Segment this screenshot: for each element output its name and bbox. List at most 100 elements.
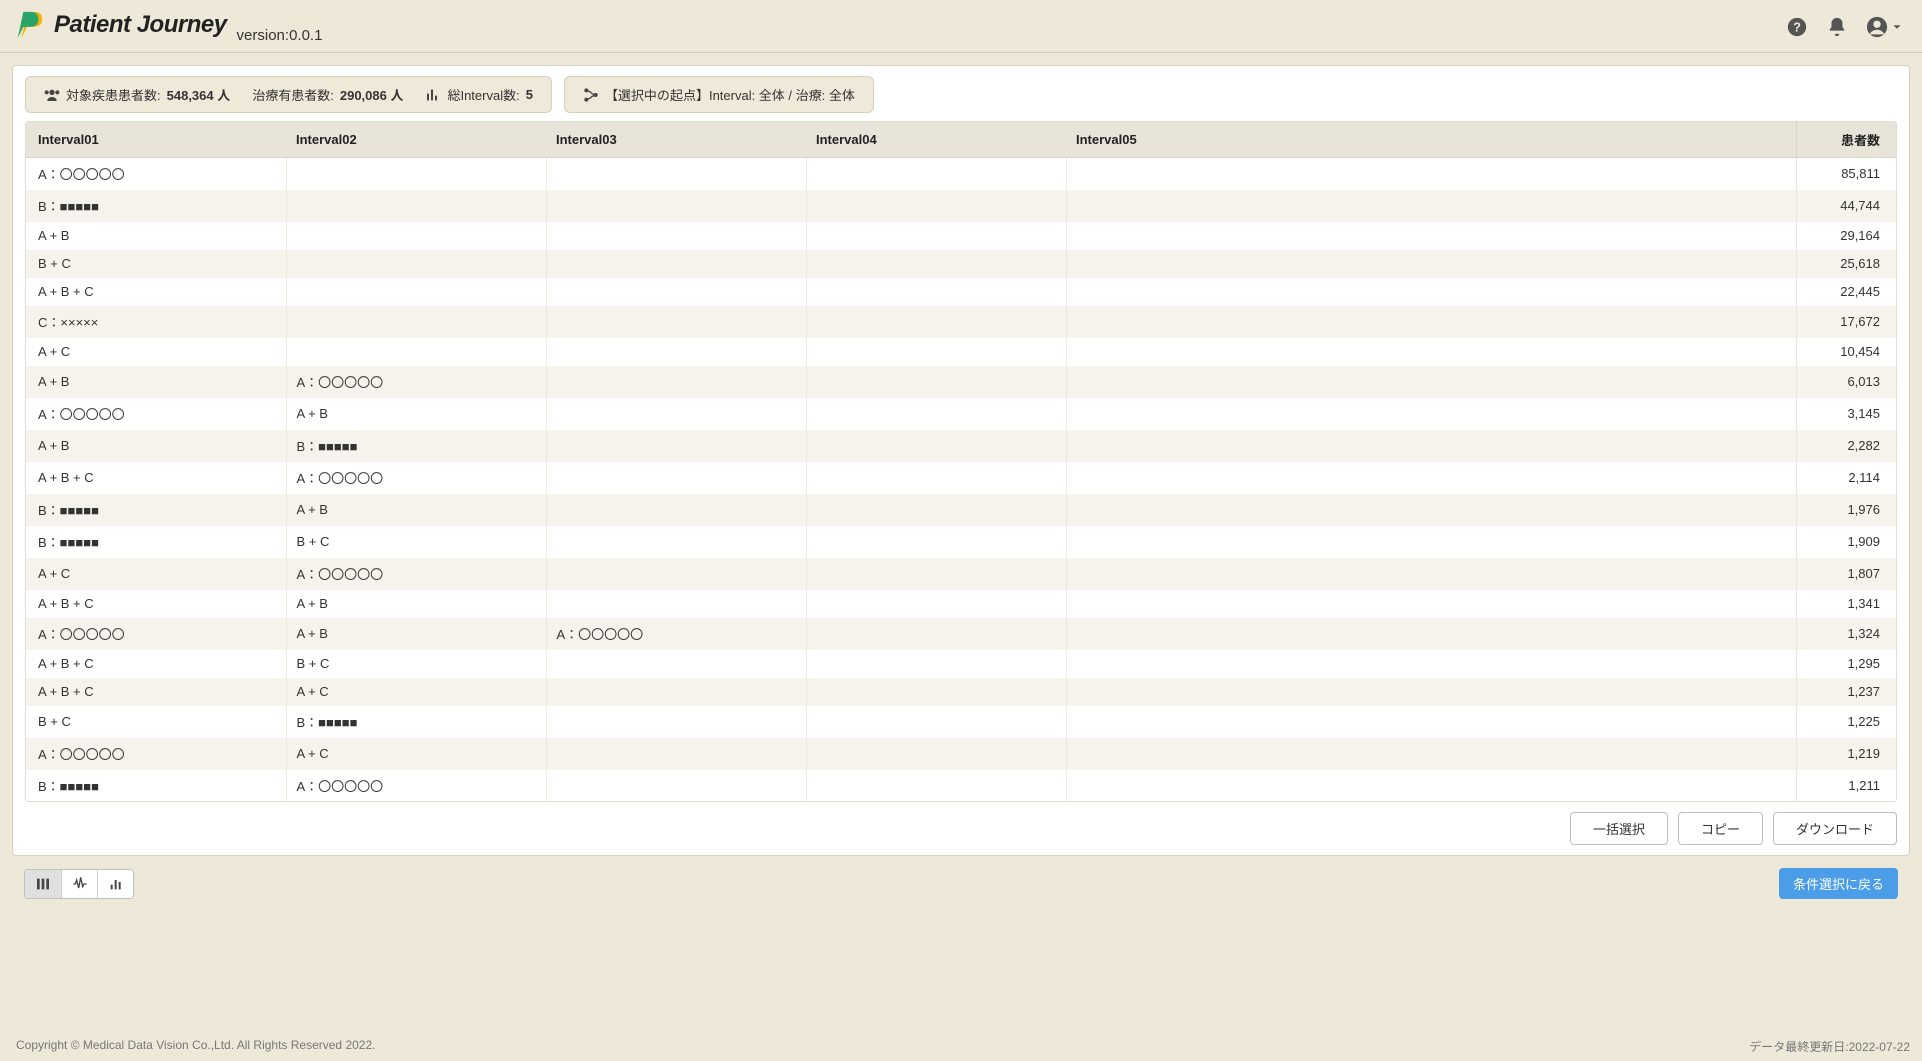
cell-interval05 — [1066, 650, 1796, 678]
cell-interval02: A + C — [286, 678, 546, 706]
cell-interval03 — [546, 222, 806, 250]
cell-interval02 — [286, 278, 546, 306]
cell-interval05 — [1066, 706, 1796, 738]
table-row[interactable]: B：■■■■■A：〇〇〇〇〇1,211 — [26, 770, 1896, 802]
logo-mark-icon — [14, 10, 44, 40]
journey-table: Interval01 Interval02 Interval03 Interva… — [25, 121, 1897, 802]
cell-interval04 — [806, 590, 1066, 618]
cell-interval05 — [1066, 618, 1796, 650]
app-version: version:0.0.1 — [237, 27, 323, 44]
branch-icon — [583, 87, 599, 103]
cell-interval05 — [1066, 306, 1796, 338]
table-row[interactable]: A + B + CA + C1,237 — [26, 678, 1896, 706]
cell-interval01: A：〇〇〇〇〇 — [26, 158, 286, 190]
back-to-conditions-button[interactable]: 条件選択に戻る — [1779, 868, 1898, 899]
cell-interval03 — [546, 770, 806, 802]
cell-interval01: A + C — [26, 558, 286, 590]
download-button[interactable]: ダウンロード — [1773, 812, 1897, 845]
cell-patient-count: 25,618 — [1796, 250, 1896, 278]
table-row[interactable]: B：■■■■■ 44,744 — [26, 190, 1896, 222]
view-waveform-button[interactable] — [61, 870, 97, 898]
table-row[interactable]: A：〇〇〇〇〇A + BA：〇〇〇〇〇1,324 — [26, 618, 1896, 650]
table-row[interactable]: A + BB：■■■■■2,282 — [26, 430, 1896, 462]
cell-patient-count: 17,672 — [1796, 306, 1896, 338]
col-interval03[interactable]: Interval03 — [546, 122, 806, 158]
table-row[interactable]: A + B + CB + C1,295 — [26, 650, 1896, 678]
cell-interval05 — [1066, 462, 1796, 494]
target-patients-value: 548,364 人 — [167, 85, 231, 104]
cell-interval05 — [1066, 366, 1796, 398]
view-barchart-button[interactable] — [97, 870, 133, 898]
origin-label: 【選択中の起点】Interval: 全体 / 治療: 全体 — [605, 85, 855, 104]
cell-interval01: B：■■■■■ — [26, 526, 286, 558]
table-row[interactable]: A + B + CA：〇〇〇〇〇2,114 — [26, 462, 1896, 494]
table-row[interactable]: B + C25,618 — [26, 250, 1896, 278]
table-row[interactable]: A + B + CA + B1,341 — [26, 590, 1896, 618]
cell-interval04 — [806, 306, 1066, 338]
cell-interval02 — [286, 158, 546, 190]
cell-interval02: B + C — [286, 526, 546, 558]
table-row[interactable]: B + CB：■■■■■1,225 — [26, 706, 1896, 738]
waveform-icon — [72, 876, 88, 892]
svg-text:?: ? — [1793, 20, 1801, 35]
table-row[interactable]: A：〇〇〇〇〇A + C1,219 — [26, 738, 1896, 770]
cell-interval02: A：〇〇〇〇〇 — [286, 462, 546, 494]
table-row[interactable]: A + CA：〇〇〇〇〇1,807 — [26, 558, 1896, 590]
cell-interval01: A + B + C — [26, 590, 286, 618]
cell-patient-count: 2,282 — [1796, 430, 1896, 462]
table-row[interactable]: A + C10,454 — [26, 338, 1896, 366]
cell-interval01: B：■■■■■ — [26, 770, 286, 802]
cell-interval01: B：■■■■■ — [26, 190, 286, 222]
cell-interval04 — [806, 770, 1066, 802]
cell-interval03 — [546, 430, 806, 462]
cell-patient-count: 1,211 — [1796, 770, 1896, 802]
cell-interval02: A + C — [286, 738, 546, 770]
cell-interval01: A + B + C — [26, 462, 286, 494]
bell-icon[interactable] — [1826, 16, 1848, 38]
cell-interval03 — [546, 558, 806, 590]
cell-interval01: A + B — [26, 366, 286, 398]
cell-interval03 — [546, 190, 806, 222]
cell-interval03 — [546, 526, 806, 558]
cell-patient-count: 1,807 — [1796, 558, 1896, 590]
cell-interval03 — [546, 494, 806, 526]
cell-interval04 — [806, 250, 1066, 278]
col-interval05[interactable]: Interval05 — [1066, 122, 1796, 158]
table-row[interactable]: A + B29,164 — [26, 222, 1896, 250]
table-row[interactable]: A + B + C22,445 — [26, 278, 1896, 306]
cell-interval04 — [806, 558, 1066, 590]
cell-patient-count: 1,324 — [1796, 618, 1896, 650]
table-row[interactable]: A + BA：〇〇〇〇〇6,013 — [26, 366, 1896, 398]
col-patient-count[interactable]: 患者数 — [1796, 122, 1896, 158]
col-interval04[interactable]: Interval04 — [806, 122, 1066, 158]
table-row[interactable]: B：■■■■■B + C1,909 — [26, 526, 1896, 558]
select-all-button[interactable]: 一括選択 — [1570, 812, 1668, 845]
table-row[interactable]: C：×××××17,672 — [26, 306, 1896, 338]
cell-interval03 — [546, 278, 806, 306]
table-row[interactable]: A：〇〇〇〇〇85,811 — [26, 158, 1896, 190]
cohort-stats-pill: 対象疾患患者数: 548,364 人 治療有患者数: 290,086 人 総In… — [25, 76, 552, 113]
app-logo: Patient Journey — [14, 10, 227, 40]
col-interval01[interactable]: Interval01 — [26, 122, 286, 158]
cell-interval03 — [546, 706, 806, 738]
cell-interval01: A + B + C — [26, 278, 286, 306]
copy-button[interactable]: コピー — [1678, 812, 1763, 845]
cell-interval01: B：■■■■■ — [26, 494, 286, 526]
cell-interval02 — [286, 250, 546, 278]
col-interval02[interactable]: Interval02 — [286, 122, 546, 158]
cell-interval05 — [1066, 678, 1796, 706]
cell-interval04 — [806, 190, 1066, 222]
cell-interval05 — [1066, 250, 1796, 278]
bar-chart-icon — [108, 876, 124, 892]
cell-interval04 — [806, 678, 1066, 706]
table-row[interactable]: A：〇〇〇〇〇A + B3,145 — [26, 398, 1896, 430]
view-table-button[interactable] — [25, 870, 61, 898]
cell-interval05 — [1066, 526, 1796, 558]
help-icon[interactable]: ? — [1786, 16, 1808, 38]
table-row[interactable]: B：■■■■■A + B1,976 — [26, 494, 1896, 526]
user-menu[interactable] — [1866, 16, 1904, 38]
cell-patient-count: 3,145 — [1796, 398, 1896, 430]
cell-patient-count: 44,744 — [1796, 190, 1896, 222]
cell-patient-count: 1,295 — [1796, 650, 1896, 678]
cell-interval01: A + C — [26, 338, 286, 366]
